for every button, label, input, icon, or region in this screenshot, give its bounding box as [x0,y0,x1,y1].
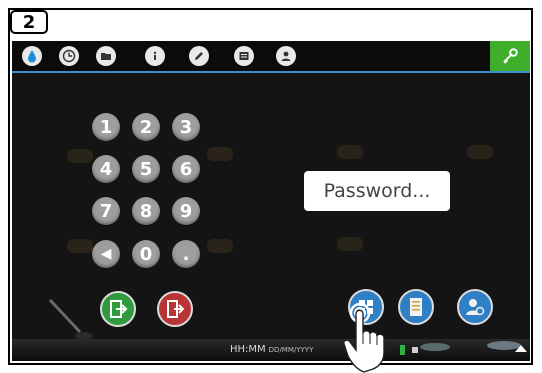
clock-icon[interactable] [59,46,79,66]
keypad-key-6[interactable]: 6 [172,155,200,183]
keypad-key-0[interactable]: 0 [132,240,160,268]
background-item [337,237,363,251]
password-placeholder: Password... [323,180,431,202]
step-number: 2 [22,11,36,33]
stylus-decoration [48,298,93,340]
clock-display: HH:MM DD/MM/YYYY [230,344,313,355]
step-badge: 2 [10,10,48,34]
background-item [337,145,363,159]
background-item [467,145,493,159]
key-icon[interactable] [490,41,530,71]
background-item [207,239,233,253]
keypad-key-9[interactable]: 9 [172,197,200,225]
keypad-key-4[interactable]: 4 [92,155,120,183]
keypad-key-7[interactable]: 7 [92,197,120,225]
password-field[interactable]: Password... [304,171,450,211]
info-icon[interactable] [145,46,165,66]
keypad-key-2[interactable]: 2 [132,113,160,141]
keypad-key-5[interactable]: 5 [132,155,160,183]
dish-icon [420,343,450,351]
water-drop-icon[interactable] [22,46,42,66]
status-bar: HH:MM DD/MM/YYYY [12,339,530,361]
logout-button[interactable] [157,291,193,327]
keypad-key-1[interactable]: 1 [92,113,120,141]
device-screen: 1 2 3 4 5 6 7 8 9 ◀ 0 . Password... HH:M… [12,41,530,361]
document-icon[interactable] [234,46,254,66]
background-item [67,149,93,163]
keypad-key-3[interactable]: 3 [172,113,200,141]
date-text: DD/MM/YYYY [268,346,314,354]
background-item [207,147,233,161]
folder-icon[interactable] [96,46,116,66]
user-settings-icon [466,299,485,316]
pencil-icon[interactable] [189,46,209,66]
background-item [67,239,93,253]
keypad-key-dot[interactable]: . [172,240,200,268]
keypad-backspace[interactable]: ◀ [92,240,120,268]
time-text: HH:MM [230,344,266,355]
user-settings-button[interactable] [457,289,493,325]
login-button[interactable] [100,291,136,327]
keypad-key-8[interactable]: 8 [132,197,160,225]
login-icon [110,300,128,318]
chevron-up-icon[interactable] [515,345,527,352]
user-icon[interactable] [276,46,296,66]
top-bar [12,41,530,73]
logout-icon [167,300,185,318]
tap-hand-icon [343,302,385,373]
